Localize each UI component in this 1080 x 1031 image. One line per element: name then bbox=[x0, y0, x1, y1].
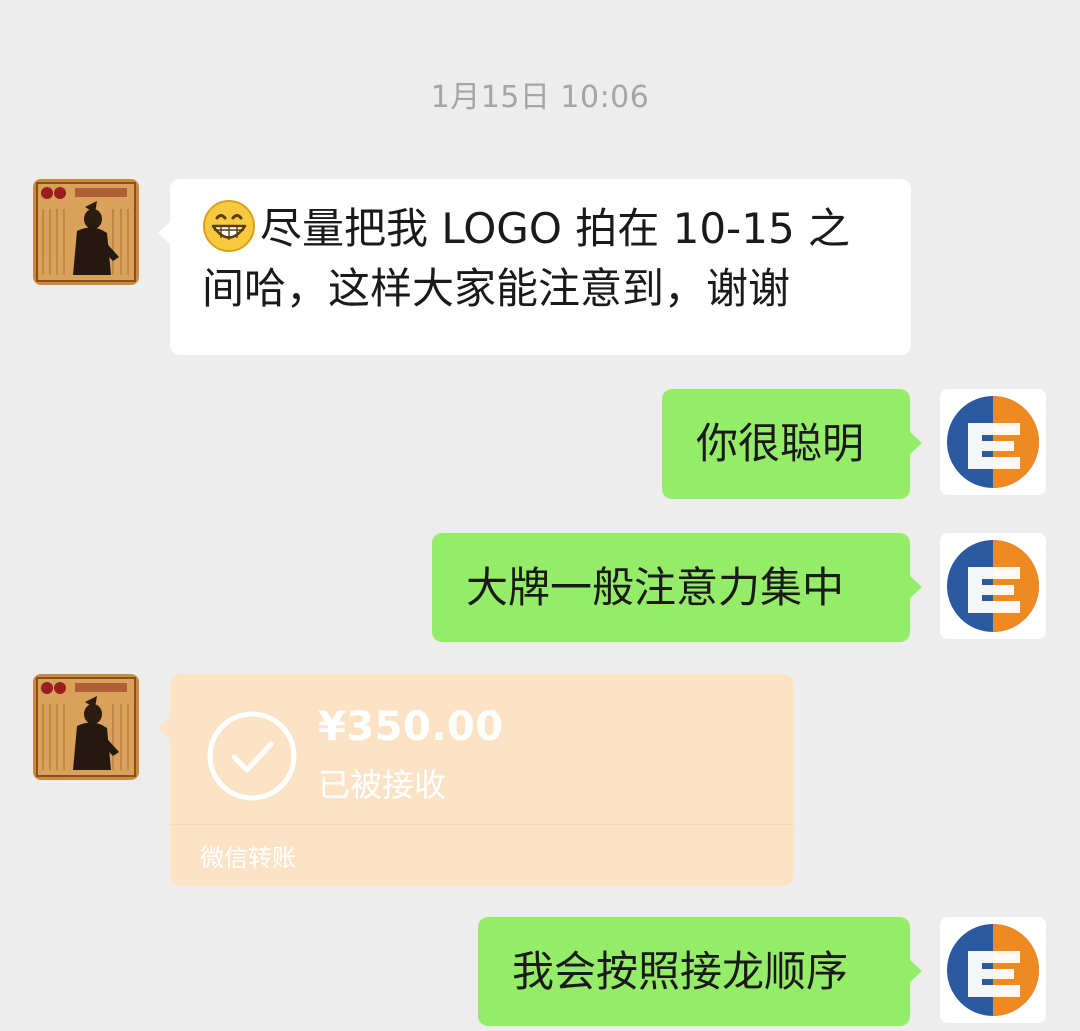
bubble-tail bbox=[158, 716, 171, 740]
self-avatar[interactable] bbox=[940, 389, 1046, 495]
message-text-line-2: 间哈，这样大家能注意到，谢谢 bbox=[202, 264, 791, 313]
transfer-amount: ¥350.00 bbox=[318, 704, 504, 750]
self-avatar[interactable] bbox=[940, 917, 1046, 1023]
bubble-tail bbox=[909, 431, 922, 455]
message-bubble-outgoing[interactable]: 我会按照接龙顺序 bbox=[478, 917, 922, 1026]
grinning-face-icon bbox=[203, 200, 255, 252]
check-circle-icon bbox=[207, 711, 297, 801]
bubble-tail bbox=[909, 959, 922, 983]
transfer-footer: 微信转账 bbox=[200, 844, 296, 872]
divider bbox=[170, 824, 794, 825]
message-text: 大牌一般注意力集中 bbox=[466, 563, 845, 612]
message-bubble-incoming[interactable]: 尽量把我 LOGO 拍在 10-15 之 间哈，这样大家能注意到，谢谢 bbox=[158, 179, 911, 355]
message-text: 尽量把我 LOGO 拍在 10-15 之 bbox=[260, 204, 851, 253]
self-avatar[interactable] bbox=[940, 533, 1046, 639]
contact-avatar[interactable] bbox=[33, 179, 139, 285]
message-text-line-1: 尽量把我 LOGO 拍在 10-15 之 bbox=[202, 199, 879, 259]
message-bubble-outgoing[interactable]: 大牌一般注意力集中 bbox=[432, 533, 922, 642]
contact-avatar[interactable] bbox=[33, 674, 139, 780]
bubble-tail bbox=[158, 221, 171, 245]
message-text: 我会按照接龙顺序 bbox=[512, 947, 849, 996]
message-text: 你很聪明 bbox=[696, 419, 865, 468]
message-bubble-outgoing[interactable]: 你很聪明 bbox=[662, 389, 922, 499]
transfer-card[interactable]: ¥350.00 已被接收 微信转账 bbox=[158, 674, 794, 886]
bubble-tail bbox=[909, 575, 922, 599]
chat-timestamp: 1月15日 10:06 bbox=[430, 80, 650, 115]
transfer-status: 已被接收 bbox=[318, 766, 447, 804]
